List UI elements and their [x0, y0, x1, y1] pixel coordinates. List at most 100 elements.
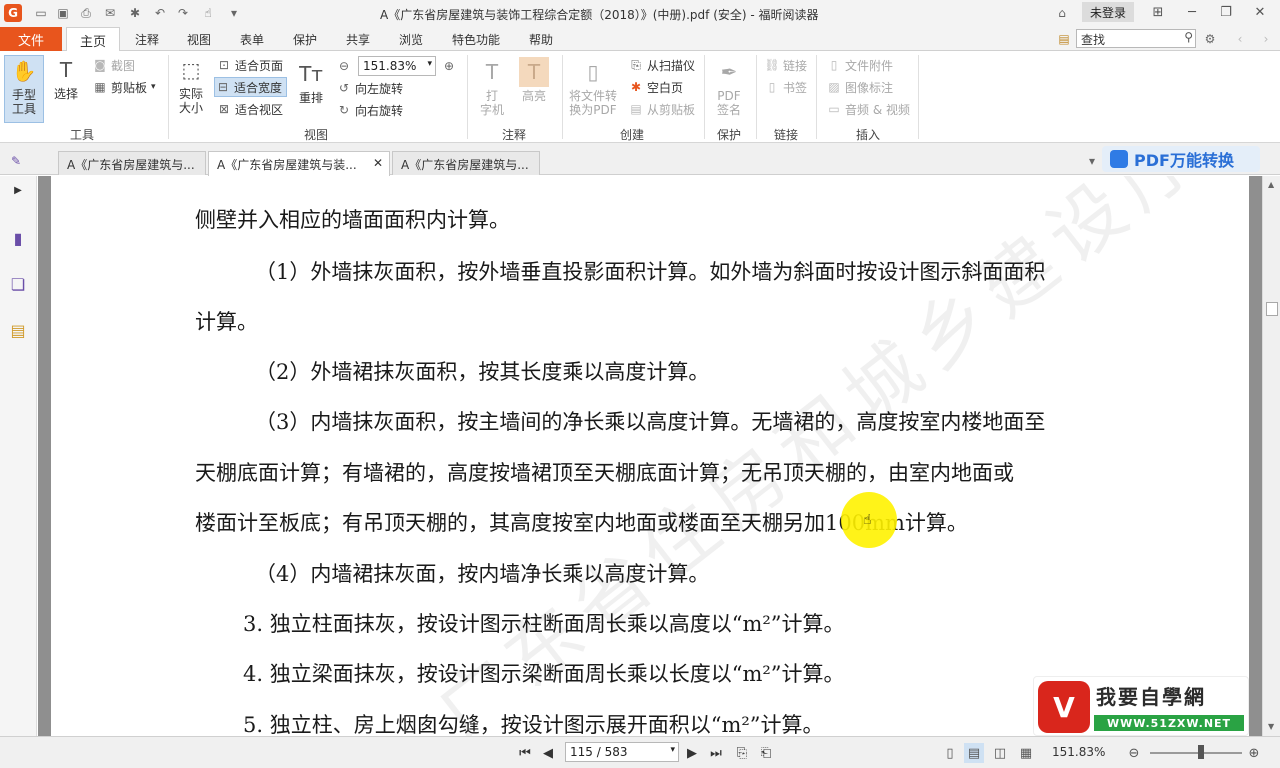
open-folder-icon[interactable]: ▭	[33, 5, 49, 21]
next-view-icon[interactable]: ⎗	[756, 743, 776, 763]
zoom-value: 151.83%	[363, 59, 417, 73]
doc-tab-1[interactable]: A《广东省房屋建筑与...	[58, 151, 206, 175]
group-separator	[562, 55, 563, 139]
bookmark-label: 书签	[783, 80, 808, 95]
pdf-sign-button[interactable]: ✒ PDF 签名	[710, 57, 748, 127]
clipboard-button[interactable]: ▦ 剪贴板 ▾	[92, 77, 155, 97]
tab-comment[interactable]: 注释	[124, 27, 170, 51]
reflow-button[interactable]: Tт 重排	[296, 59, 326, 119]
find-panel-icon[interactable]: ▤	[1056, 31, 1072, 47]
clipboard-label: 剪贴板	[111, 80, 148, 95]
comments-panel-icon[interactable]: ▤	[8, 320, 28, 340]
search-icon[interactable]: ⚲	[1184, 30, 1193, 44]
fit-visible-button[interactable]: ⊠ 适合视区	[216, 99, 283, 119]
convert-to-pdf-button[interactable]: ▯ 将文件转 换为PDF	[566, 57, 620, 127]
tab-features[interactable]: 特色功能	[446, 27, 506, 51]
next-page-icon[interactable]: ▶	[682, 743, 702, 763]
text-line: （1）外墙抹灰面积，按外墙垂直投影面积计算。如外墙为斜面时按设计图示斜面面积	[255, 260, 1046, 284]
fit-page-button[interactable]: ⊡ 适合页面	[216, 55, 283, 75]
hand-tool-button[interactable]: ✋ 手型 工具	[4, 55, 44, 123]
select-tool-button[interactable]: T 选择	[50, 55, 82, 115]
pdf-sign-label: PDF 签名	[716, 89, 741, 117]
zoom-select[interactable]: 151.83% ▾	[358, 56, 436, 76]
continuous-facing-view-icon[interactable]: ▦	[1016, 743, 1036, 763]
bookmarks-panel-icon[interactable]: ▮	[8, 228, 28, 248]
tab-protect[interactable]: 保护	[282, 27, 328, 51]
maximize-button[interactable]: ❐	[1212, 2, 1240, 22]
scroll-thumb[interactable]	[1266, 302, 1278, 316]
window-title: A《广东省房屋建筑与装饰工程综合定额（2018）》(中册).pdf (安全) -…	[380, 8, 819, 22]
zoom-out-icon[interactable]: ⊖	[336, 58, 352, 74]
login-button[interactable]: 未登录	[1082, 2, 1134, 22]
search-input[interactable]: 查找 ⚲	[1076, 29, 1196, 48]
single-page-view-icon[interactable]: ▯	[940, 743, 960, 763]
undo-icon[interactable]: ↶	[152, 5, 168, 21]
first-page-icon[interactable]: ⏮	[515, 743, 535, 763]
file-attachment-button[interactable]: ▯ 文件附件	[826, 55, 893, 75]
pages-panel-icon[interactable]: ❏	[8, 274, 28, 294]
link-button[interactable]: ⛓ 链接	[764, 55, 807, 75]
tab-help[interactable]: 帮助	[518, 27, 564, 51]
tab-share[interactable]: 共享	[335, 27, 381, 51]
back-arrow-icon[interactable]: ‹	[1232, 31, 1248, 47]
new-document-icon[interactable]: ✱	[127, 5, 143, 21]
zoom-in-icon[interactable]: ⊕	[441, 58, 457, 74]
hand-tool-quick-icon[interactable]: ☝	[200, 5, 216, 21]
forward-arrow-icon[interactable]: ›	[1258, 31, 1274, 47]
doc-tab-2[interactable]: A《广东省房屋建筑与装... ✕	[208, 151, 390, 176]
actual-size-button[interactable]: ⬚ 实际 大小	[174, 55, 208, 125]
previous-page-icon[interactable]: ◀	[538, 743, 558, 763]
highlight-button[interactable]: T 高亮	[518, 57, 550, 117]
audio-video-button[interactable]: ▭ 音频 & 视频	[826, 99, 910, 119]
scroll-up-icon[interactable]: ▲	[1268, 180, 1274, 189]
vertical-scrollbar[interactable]: ▲ ▼	[1262, 176, 1280, 736]
tab-list-chevron-down-icon[interactable]: ▾	[1084, 153, 1100, 169]
fit-width-button[interactable]: ⊟ 适合宽度	[214, 77, 288, 97]
account-icon[interactable]: ⌂	[1054, 5, 1070, 21]
rotate-right-button[interactable]: ↻ 向右旋转	[336, 100, 403, 120]
app-logo-icon[interactable]: G	[4, 4, 22, 22]
screenshot-button[interactable]: ◙ 截图	[92, 55, 135, 75]
close-button[interactable]: ✕	[1246, 2, 1274, 22]
image-annotation-button[interactable]: ▨ 图像标注	[826, 77, 893, 97]
tab-home[interactable]: 主页	[66, 27, 120, 52]
customize-dropdown-icon[interactable]: ▾	[226, 5, 242, 21]
status-zoom-out-icon[interactable]: ⊖	[1124, 743, 1144, 763]
last-page-icon[interactable]: ⏭	[706, 743, 726, 763]
tab-menu-icon[interactable]: ✎	[8, 153, 24, 169]
blank-page-button[interactable]: ✱ 空白页	[628, 77, 683, 97]
close-icon[interactable]: ✕	[373, 156, 383, 170]
from-scanner-button[interactable]: ⎘ 从扫描仪	[628, 55, 695, 75]
continuous-view-icon[interactable]: ▤	[964, 743, 984, 763]
from-clipboard-button[interactable]: ▤ 从剪贴板	[628, 99, 695, 119]
scroll-down-icon[interactable]: ▼	[1268, 722, 1274, 731]
redo-icon[interactable]: ↷	[175, 5, 191, 21]
tab-form[interactable]: 表单	[229, 27, 275, 51]
bookmark-icon: ▯	[768, 80, 776, 94]
minimize-button[interactable]: ─	[1178, 2, 1206, 22]
menu-file[interactable]: 文件	[0, 27, 62, 51]
doc-tab-3[interactable]: A《广东省房屋建筑与...	[392, 151, 540, 175]
group-create-label: 创建	[619, 128, 644, 142]
tab-browse[interactable]: 浏览	[388, 27, 434, 51]
previous-view-icon[interactable]: ⎘	[732, 743, 752, 763]
zoom-slider-track[interactable]	[1150, 752, 1242, 754]
bookmark-button[interactable]: ▯ 书签	[764, 77, 807, 97]
page-number-input[interactable]: 115 / 583 ▾	[565, 742, 679, 762]
expand-panel-icon[interactable]: ▶	[8, 180, 28, 200]
save-icon[interactable]: ▣	[55, 5, 71, 21]
document-view[interactable]: 广东省住房和城乡建设厅 侧壁并入相应的墙面面积内计算。 （1）外墙抹灰面积，按外…	[38, 176, 1262, 736]
rotate-left-button[interactable]: ↺ 向左旋转	[336, 78, 403, 98]
group-insert-label: 插入	[855, 128, 880, 142]
tab-view[interactable]: 视图	[176, 27, 222, 51]
email-icon[interactable]: ✉	[102, 5, 118, 21]
status-zoom-in-icon[interactable]: ⊕	[1244, 743, 1264, 763]
print-icon[interactable]: ⎙	[78, 5, 94, 21]
layout-grid-icon[interactable]: ⊞	[1144, 2, 1172, 22]
group-tools-label: 工具	[69, 128, 94, 142]
pdf-convert-banner[interactable]: PDF万能转换	[1102, 146, 1260, 172]
facing-view-icon[interactable]: ◫	[990, 743, 1010, 763]
typewriter-button[interactable]: T 打 字机	[476, 57, 508, 123]
zoom-slider-thumb[interactable]	[1198, 745, 1204, 759]
settings-gear-icon[interactable]: ⚙	[1202, 31, 1218, 47]
